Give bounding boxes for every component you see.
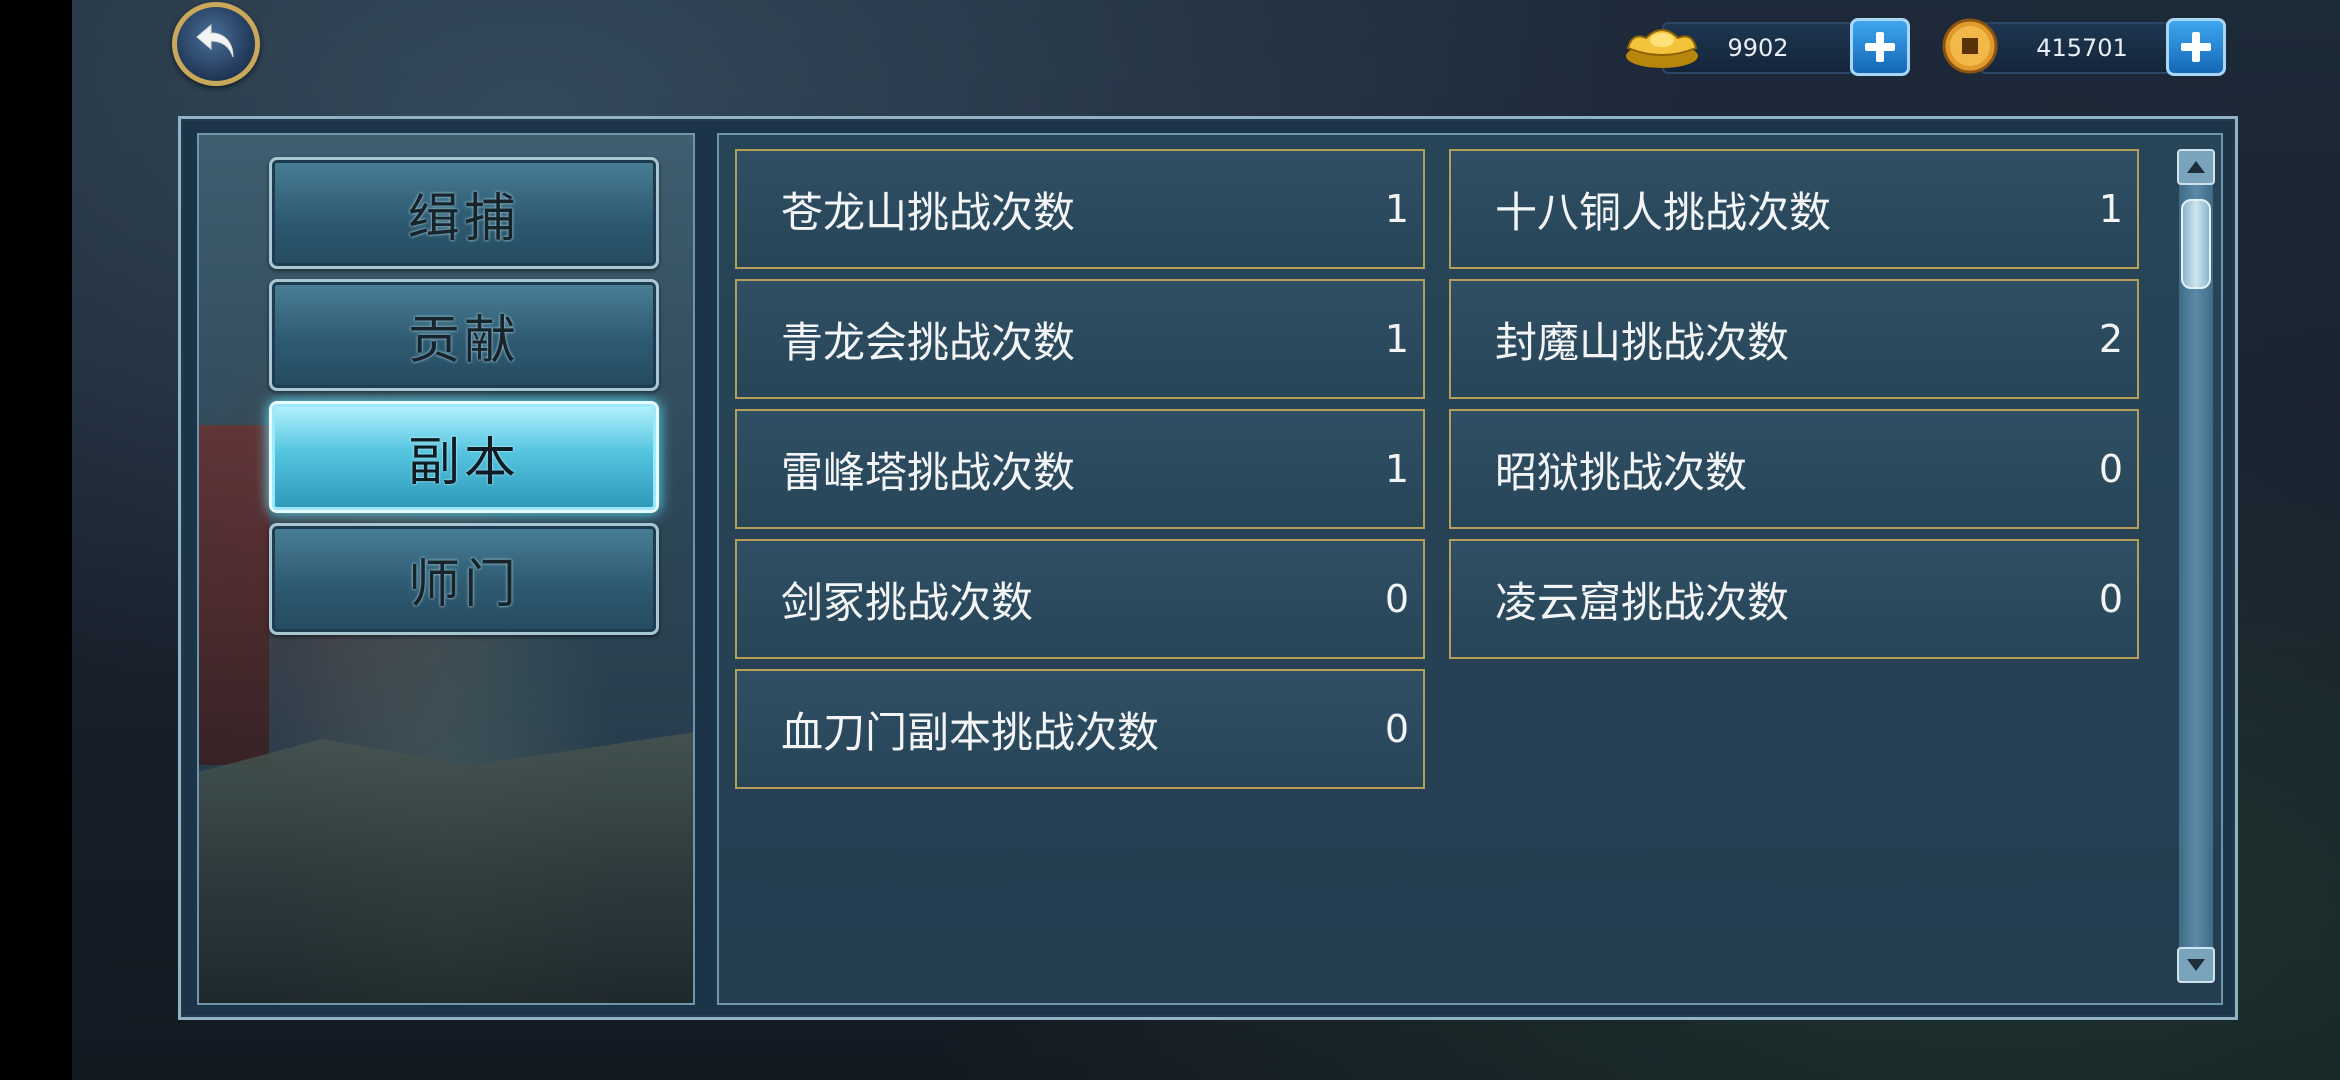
tab-contribution[interactable]: 贡献 [269, 279, 659, 391]
stat-value: 1 [1384, 187, 1409, 231]
add-copper-button[interactable] [2166, 18, 2226, 76]
arrow-up-icon [2187, 161, 2205, 173]
copper-amount: 415701 [1980, 22, 2184, 74]
stats-list: 苍龙山挑战次数 1 十八铜人挑战次数 1 青龙会挑战次数 1 封魔山挑战次数 2… [717, 133, 2223, 1005]
tab-dungeon[interactable]: 副本 [269, 401, 659, 513]
arrow-down-icon [2187, 959, 2205, 971]
stat-row: 剑冢挑战次数 0 [735, 539, 1425, 659]
stat-value: 1 [1384, 447, 1409, 491]
stat-value: 0 [2098, 577, 2123, 621]
stat-row: 雷峰塔挑战次数 1 [735, 409, 1425, 529]
stat-row: 封魔山挑战次数 2 [1449, 279, 2139, 399]
stat-value: 2 [2098, 317, 2123, 361]
stat-label: 封魔山挑战次数 [1495, 317, 1790, 367]
plus-icon [2181, 32, 2211, 62]
scrollbar-thumb[interactable] [2181, 199, 2211, 289]
stat-row: 十八铜人挑战次数 1 [1449, 149, 2139, 269]
stat-value: 0 [1384, 577, 1409, 621]
stat-value: 0 [2098, 447, 2123, 491]
stat-row: 青龙会挑战次数 1 [735, 279, 1425, 399]
stat-label: 雷峰塔挑战次数 [781, 447, 1076, 497]
scroll-down-button[interactable] [2177, 947, 2215, 983]
stats-panel: 缉捕 贡献 副本 师门 苍龙山挑战次数 1 十八铜人挑战次数 1 青龙会挑战次数… [178, 116, 2238, 1020]
stat-value: 1 [1384, 317, 1409, 361]
stat-row: 昭狱挑战次数 0 [1449, 409, 2139, 529]
tab-sect[interactable]: 师门 [269, 523, 659, 635]
currency-copper: 415701 [1940, 14, 2230, 76]
stat-label: 昭狱挑战次数 [1495, 447, 1748, 497]
stat-row: 血刀门副本挑战次数 0 [735, 669, 1425, 789]
scenery-temple [199, 425, 269, 765]
back-arrow-icon [191, 17, 241, 71]
stat-row: 凌云窟挑战次数 0 [1449, 539, 2139, 659]
gold-ingot-icon [1622, 18, 1702, 74]
stat-label: 血刀门副本挑战次数 [781, 707, 1160, 757]
stat-label: 苍龙山挑战次数 [781, 187, 1076, 237]
stat-value: 1 [2098, 187, 2123, 231]
tab-arrest[interactable]: 缉捕 [269, 157, 659, 269]
stat-label: 凌云窟挑战次数 [1495, 577, 1790, 627]
tab-label: 副本 [407, 432, 520, 493]
stat-label: 十八铜人挑战次数 [1495, 187, 1832, 237]
plus-icon [1865, 32, 1895, 62]
back-button[interactable] [172, 2, 260, 86]
category-sidebar: 缉捕 贡献 副本 师门 [197, 133, 695, 1005]
tab-label: 缉捕 [407, 188, 520, 249]
stat-label: 剑冢挑战次数 [781, 577, 1034, 627]
scroll-up-button[interactable] [2177, 149, 2215, 185]
tab-label: 贡献 [407, 310, 520, 371]
copper-coin-icon [1940, 18, 2000, 74]
tab-label: 师门 [407, 554, 520, 615]
add-gold-button[interactable] [1850, 18, 1910, 76]
scenery-cliff [199, 732, 693, 1003]
stat-row: 苍龙山挑战次数 1 [735, 149, 1425, 269]
stat-label: 青龙会挑战次数 [781, 317, 1076, 367]
stat-value: 0 [1384, 707, 1409, 751]
